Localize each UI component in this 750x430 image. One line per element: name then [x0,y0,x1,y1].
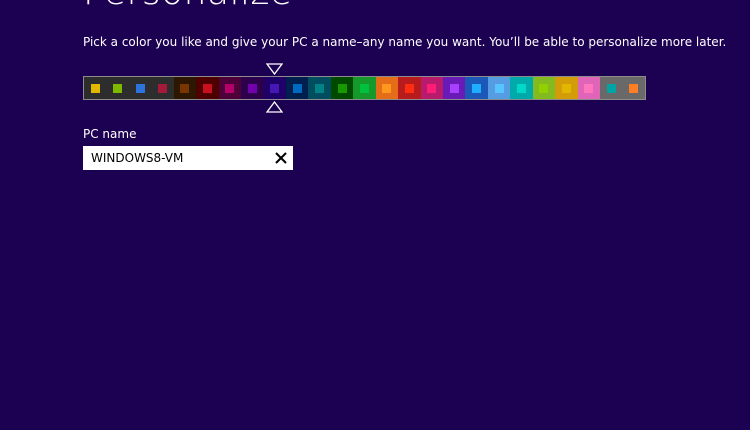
instructions-text: Pick a color you like and give your PC a… [83,35,727,49]
color-chip [382,83,392,93]
color-swatch[interactable] [106,77,129,99]
color-chip [135,83,145,93]
color-chip [629,83,639,93]
color-chip [494,83,504,93]
color-chip [561,83,571,93]
personalize-screen: Personalize Pick a color you like and gi… [0,0,750,430]
color-swatch[interactable] [622,77,645,99]
color-swatch[interactable] [353,77,376,99]
color-chip [158,83,168,93]
color-chip [584,83,594,93]
color-swatch[interactable] [443,77,466,99]
selection-indicator-bottom-icon [266,101,283,113]
color-chip [292,83,302,93]
pc-name-label: PC name [83,127,137,141]
color-chip [606,83,616,93]
color-chip [225,83,235,93]
color-chip [539,83,549,93]
color-swatch[interactable] [510,77,533,99]
color-chip [247,83,257,93]
color-swatch[interactable] [151,77,174,99]
color-chip [517,83,527,93]
color-chip [315,83,325,93]
color-swatch[interactable] [308,77,331,99]
color-swatch[interactable] [487,77,511,99]
clear-button[interactable] [274,151,288,165]
page-title: Personalize [83,0,293,13]
color-swatch[interactable] [330,77,354,99]
color-swatch[interactable] [196,77,219,99]
color-swatch[interactable] [600,77,623,99]
selection-indicator-top-icon [266,63,283,75]
color-swatch[interactable] [532,77,556,99]
color-swatch[interactable] [218,77,242,99]
pc-name-input[interactable] [84,147,270,169]
color-chip [404,83,414,93]
color-swatch[interactable] [465,77,488,99]
color-swatch[interactable] [375,77,399,99]
color-chip [90,83,100,93]
color-chip [427,83,437,93]
color-swatch[interactable] [577,77,601,99]
color-chip [337,83,347,93]
color-chip [270,83,280,93]
color-swatch[interactable] [241,77,264,99]
color-chip [472,83,482,93]
color-swatch[interactable] [173,77,197,99]
color-swatch[interactable] [128,77,152,99]
pc-name-field [83,146,293,170]
color-swatch[interactable] [285,77,309,99]
color-swatch[interactable] [398,77,421,99]
color-chip [202,83,212,93]
color-swatch[interactable] [555,77,578,99]
color-swatch[interactable] [420,77,443,99]
close-icon [275,152,287,164]
color-swatch[interactable] [263,77,286,99]
color-swatch[interactable] [84,77,107,99]
color-chip [113,83,123,93]
color-chip [449,83,459,93]
color-chip [180,83,190,93]
color-chip [359,83,369,93]
color-palette [83,76,646,100]
